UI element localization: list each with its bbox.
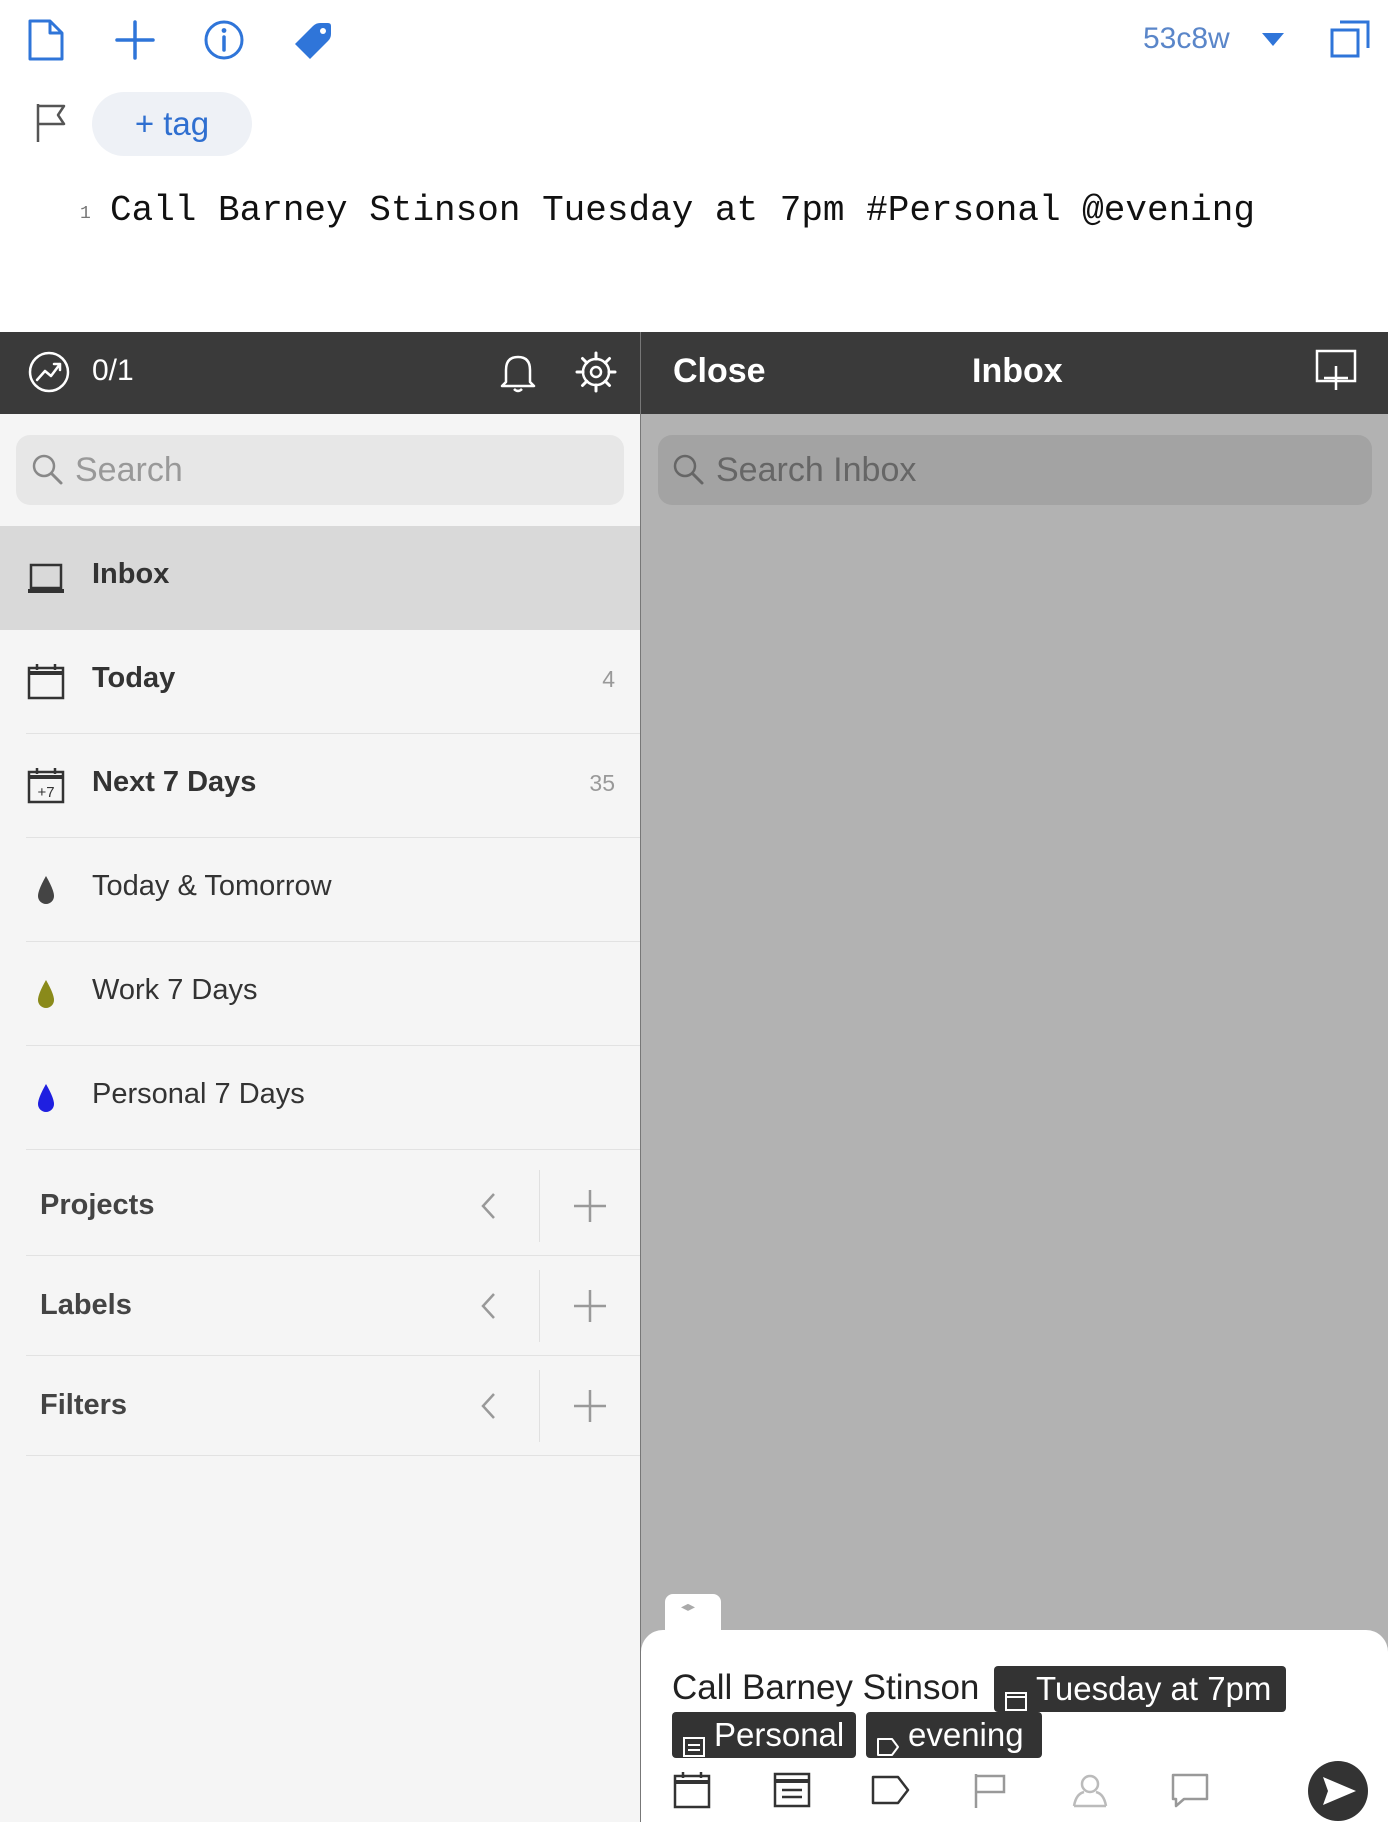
- label-icon[interactable]: [870, 1770, 910, 1810]
- item-count: 4: [602, 666, 615, 692]
- label-chip-label: evening: [908, 1716, 1024, 1753]
- project-icon[interactable]: [772, 1770, 812, 1810]
- separator: [26, 1455, 640, 1456]
- bell-icon[interactable]: [498, 350, 538, 394]
- filter-drop-icon: [26, 1078, 66, 1118]
- sidebar-item-next-7-days[interactable]: +7 Next 7 Days 35: [0, 734, 640, 838]
- sidebar-item-label: Today & Tomorrow: [92, 870, 332, 902]
- send-button[interactable]: [1308, 1761, 1368, 1821]
- search-icon: [671, 452, 705, 486]
- assign-icon[interactable]: [1070, 1770, 1110, 1810]
- sidebar-header: 0/1: [0, 332, 640, 414]
- tag-icon[interactable]: [291, 18, 335, 62]
- chevron-left-icon[interactable]: [474, 1386, 504, 1426]
- add-filter-button[interactable]: [570, 1386, 610, 1426]
- sidebar-item-label: Work 7 Days: [92, 974, 258, 1006]
- calendar-icon: [26, 662, 66, 702]
- close-button[interactable]: Close: [673, 352, 766, 391]
- page-title: Inbox: [972, 352, 1063, 390]
- info-icon[interactable]: [202, 18, 246, 62]
- add-tag-button[interactable]: + tag: [92, 92, 252, 156]
- calendar-icon: [1004, 1678, 1028, 1711]
- sidebar-item-label: Today: [92, 662, 176, 694]
- send-icon: [1323, 1777, 1356, 1805]
- item-count: 35: [589, 770, 615, 796]
- chevron-down-icon[interactable]: [1262, 33, 1284, 46]
- flag-icon[interactable]: [32, 100, 76, 144]
- sidebar-item-today-tomorrow[interactable]: Today & Tomorrow: [0, 838, 640, 942]
- editor-line[interactable]: Call Barney Stinson Tuesday at 7pm #Pers…: [110, 190, 1255, 231]
- sidebar-item-label: Next 7 Days: [92, 766, 257, 798]
- search-inbox-placeholder: Search Inbox: [716, 451, 917, 489]
- calendar-plus7-text: +7: [37, 784, 54, 801]
- add-label-button[interactable]: [570, 1286, 610, 1326]
- line-number: 1: [80, 204, 91, 224]
- sidebar-item-label: Personal 7 Days: [92, 1078, 305, 1110]
- chevron-left-icon[interactable]: [474, 1286, 504, 1326]
- calendar-plus7-icon: +7: [26, 766, 66, 806]
- inbox-task-list: [641, 414, 1388, 1822]
- flag-icon[interactable]: [970, 1770, 1010, 1810]
- settings-icon[interactable]: [574, 350, 618, 394]
- separator: [539, 1370, 540, 1442]
- quick-add-handle-icon[interactable]: ◂▸: [681, 1598, 695, 1615]
- project-chip-label: Personal: [714, 1716, 845, 1753]
- separator: [26, 1149, 640, 1150]
- plus-icon[interactable]: [113, 18, 157, 62]
- date-chip[interactable]: Tuesday at 7pm: [994, 1666, 1286, 1712]
- add-project-button[interactable]: [570, 1186, 610, 1226]
- chevron-left-icon[interactable]: [474, 1186, 504, 1226]
- search-icon: [30, 452, 64, 486]
- section-label: Projects: [40, 1189, 155, 1221]
- section-label: Labels: [40, 1289, 132, 1321]
- inbox-icon: [26, 558, 66, 598]
- task-text-input[interactable]: Call Barney Stinson: [672, 1668, 979, 1708]
- inbox-header: Close Inbox: [641, 332, 1388, 414]
- sidebar-item-inbox[interactable]: Inbox: [0, 526, 640, 630]
- expand-window-icon[interactable]: [1328, 18, 1372, 62]
- document-icon[interactable]: [24, 18, 68, 62]
- search-placeholder: Search: [75, 451, 183, 489]
- project-chip[interactable]: Personal: [672, 1712, 856, 1758]
- version-label[interactable]: 53c8w: [1143, 22, 1230, 56]
- section-labels[interactable]: Labels: [0, 1256, 640, 1356]
- karma-progress[interactable]: 0/1: [92, 354, 134, 388]
- separator: [539, 1170, 540, 1242]
- label-icon: [876, 1724, 900, 1756]
- project-icon: [682, 1724, 706, 1757]
- comment-icon[interactable]: [1170, 1770, 1210, 1810]
- sidebar-item-work-7-days[interactable]: Work 7 Days: [0, 942, 640, 1046]
- sidebar-item-label: Inbox: [92, 558, 170, 590]
- add-task-icon[interactable]: [1314, 348, 1358, 392]
- separator: [539, 1270, 540, 1342]
- calendar-icon[interactable]: [672, 1770, 712, 1810]
- section-projects[interactable]: Projects: [0, 1156, 640, 1256]
- productivity-icon[interactable]: [27, 350, 71, 394]
- section-filters[interactable]: Filters: [0, 1356, 640, 1456]
- filter-drop-icon: [26, 974, 66, 1014]
- sidebar-item-personal-7-days[interactable]: Personal 7 Days: [0, 1046, 640, 1150]
- date-chip-label: Tuesday at 7pm: [1036, 1670, 1272, 1707]
- filter-drop-icon: [26, 870, 66, 910]
- section-label: Filters: [40, 1389, 128, 1421]
- sidebar-item-today[interactable]: Today 4: [0, 630, 640, 734]
- label-chip[interactable]: evening: [866, 1712, 1042, 1758]
